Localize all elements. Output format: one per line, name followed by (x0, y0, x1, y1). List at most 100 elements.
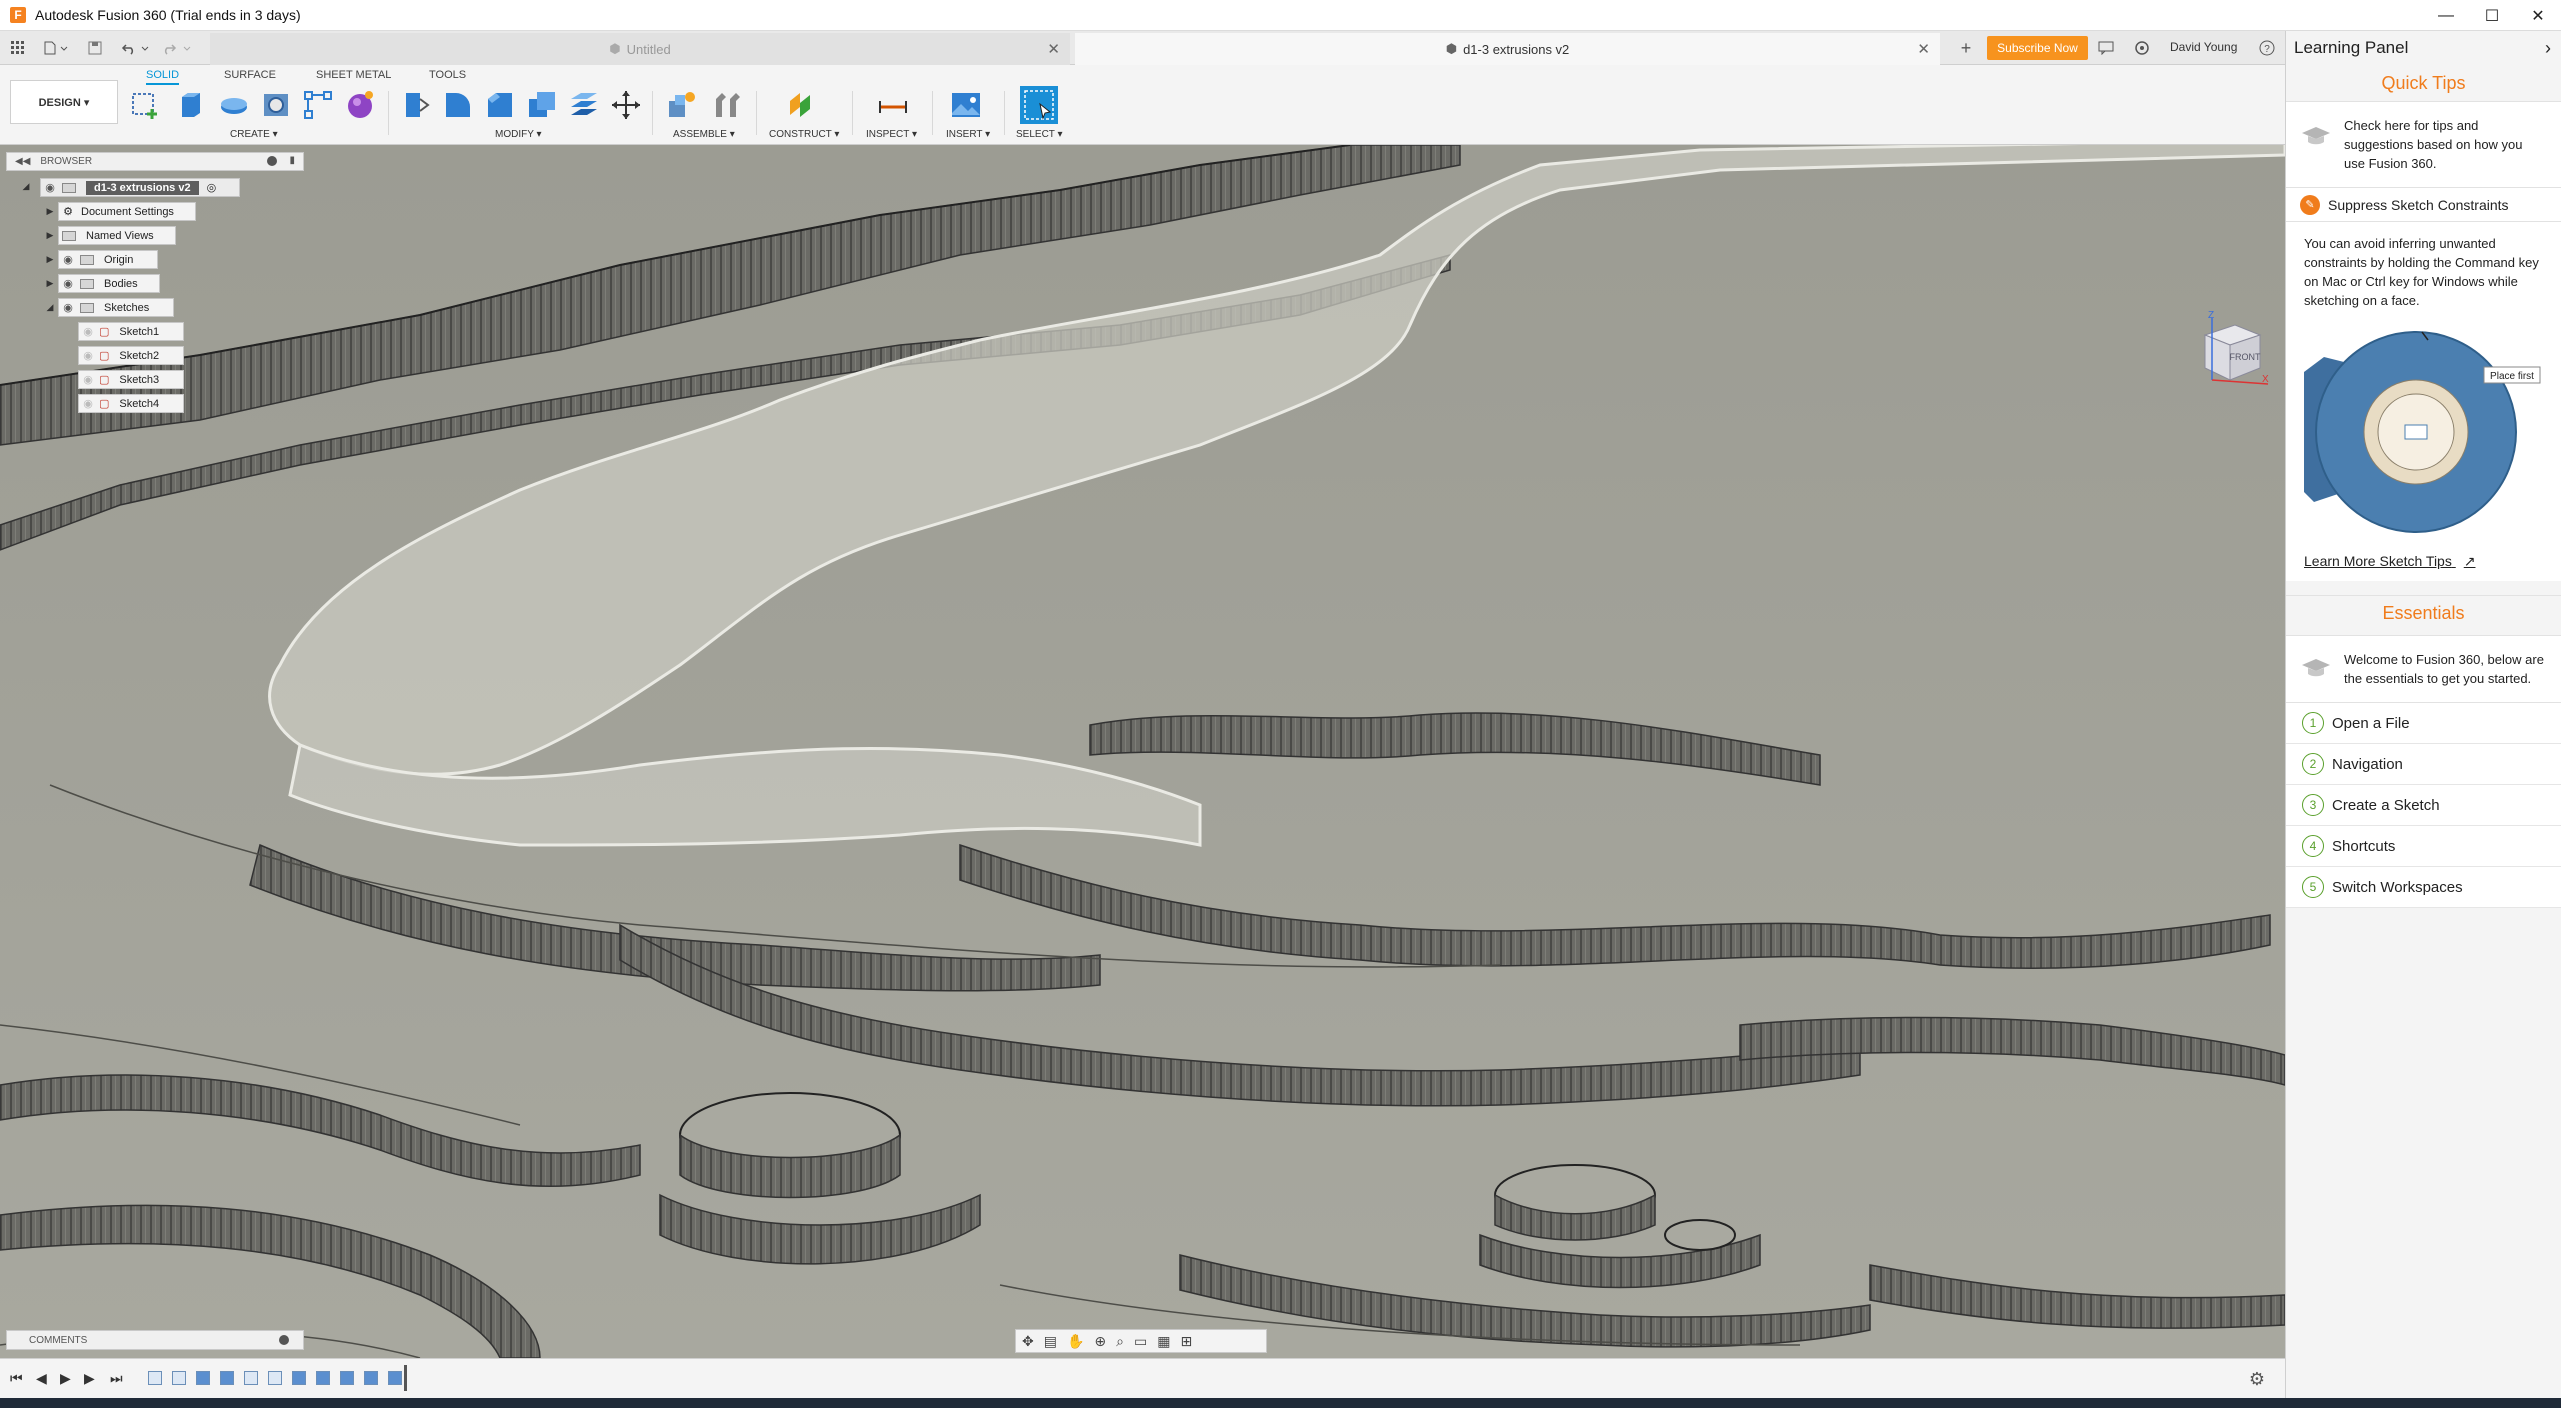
offset-construct-plane-icon[interactable] (786, 89, 818, 121)
learn-more-sketch-tips-link[interactable]: Learn More Sketch Tips ↗ (2304, 552, 2475, 571)
tab-d1-3-extrusions[interactable]: ⬢ d1-3 extrusions v2 ✕ (1075, 33, 1940, 65)
save-icon[interactable] (86, 38, 104, 58)
undo-icon[interactable] (118, 38, 152, 58)
quick-tips-intro-card[interactable]: Check here for tips and suggestions base… (2286, 101, 2561, 188)
select-menu[interactable]: SELECT ▾ (1016, 129, 1063, 140)
viewports-icon[interactable]: ⊞ (1180, 1333, 1192, 1350)
tree-item-sketch2[interactable]: ◉ ▢ Sketch2 (78, 346, 184, 365)
close-window-button[interactable]: ✕ (2515, 0, 2561, 31)
tab-tools[interactable]: TOOLS (429, 69, 466, 81)
visibility-eye-icon[interactable]: ◉ (41, 181, 59, 194)
new-component-icon[interactable] (666, 89, 698, 121)
visibility-eye-icon[interactable]: ◉ (79, 349, 97, 362)
timeline-sketch-feature[interactable] (268, 1371, 282, 1385)
activate-radio-icon[interactable]: ◎ (207, 181, 217, 194)
tab-solid[interactable]: SOLID (146, 69, 180, 85)
insert-menu[interactable]: INSERT ▾ (946, 129, 990, 140)
close-tab-active-icon[interactable]: ✕ (1917, 40, 1930, 58)
tree-item-document-settings[interactable]: ⚙ Document Settings (58, 202, 196, 221)
look-at-icon[interactable]: ▤ (1044, 1333, 1057, 1350)
collapse-browser-icon[interactable]: ◀◀ (15, 156, 30, 167)
timeline-marker[interactable] (404, 1365, 407, 1391)
measure-icon[interactable] (877, 89, 909, 121)
step-back-icon[interactable]: ◀ (36, 1370, 47, 1387)
redo-icon[interactable] (160, 38, 194, 58)
close-tab-untitled-icon[interactable]: ✕ (1047, 40, 1060, 58)
zoom-icon[interactable]: ⊕ (1094, 1333, 1106, 1350)
browser-toggle-icon[interactable]: ▮ (289, 155, 295, 166)
timeline-extrude-feature[interactable] (388, 1371, 402, 1385)
new-tab-icon[interactable]: + (1955, 38, 1977, 58)
go-to-start-icon[interactable]: ⏮ (10, 1370, 23, 1387)
inspect-menu[interactable]: INSPECT ▾ (866, 129, 917, 140)
help-icon[interactable]: ? (2257, 38, 2277, 58)
timeline-settings-gear-icon[interactable]: ⚙ (2249, 1369, 2265, 1390)
tree-item-origin[interactable]: ◉ Origin (58, 250, 158, 269)
offset-plane-icon[interactable] (568, 89, 600, 121)
expand-arrow-icon[interactable]: ▶ (44, 205, 56, 217)
subscribe-now-button[interactable]: Subscribe Now (1987, 36, 2088, 60)
timeline-sketch-feature[interactable] (148, 1371, 162, 1385)
timeline-sketch-feature[interactable] (244, 1371, 258, 1385)
create-sketch-icon[interactable] (130, 89, 162, 121)
collapse-arrow-icon[interactable]: ◢ (20, 180, 32, 192)
tip-header[interactable]: ✎ Suppress Sketch Constraints (2286, 188, 2561, 222)
collapse-arrow-icon[interactable]: ◢ (44, 301, 56, 313)
essential-open-a-file[interactable]: 1 Open a File (2286, 703, 2561, 744)
display-settings-icon[interactable]: ▭ (1134, 1333, 1147, 1350)
essential-shortcuts[interactable]: 4 Shortcuts (2286, 826, 2561, 867)
essential-create-a-sketch[interactable]: 3 Create a Sketch (2286, 785, 2561, 826)
assemble-menu[interactable]: ASSEMBLE ▾ (673, 129, 735, 140)
tree-item-bodies[interactable]: ◉ Bodies (58, 274, 160, 293)
extrude-icon[interactable] (174, 89, 206, 121)
file-menu-icon[interactable] (42, 38, 70, 58)
go-to-end-icon[interactable]: ⏭ (110, 1370, 123, 1387)
terrain-model-render[interactable] (0, 145, 2285, 1358)
workspace-switcher-button[interactable]: DESIGN ▾ (10, 80, 118, 124)
pattern-icon[interactable] (302, 89, 334, 121)
revolve-icon[interactable] (218, 89, 250, 121)
joint-icon[interactable] (710, 89, 742, 121)
timeline-extrude-feature[interactable] (220, 1371, 234, 1385)
create-form-icon[interactable] (344, 89, 376, 121)
chamfer-icon[interactable] (484, 89, 516, 121)
browser-header[interactable]: ◀◀ BROWSER ▮ (6, 152, 304, 171)
timeline-extrude-feature[interactable] (340, 1371, 354, 1385)
insert-image-icon[interactable] (950, 89, 982, 121)
modify-menu[interactable]: MODIFY ▾ (495, 129, 542, 140)
tree-item-sketch4[interactable]: ◉ ▢ Sketch4 (78, 394, 184, 413)
browser-pin-icon[interactable] (267, 156, 277, 166)
app-grid-icon[interactable] (8, 38, 28, 58)
tab-untitled[interactable]: ⬢ Untitled ✕ (210, 33, 1070, 65)
pan-icon[interactable]: ✋ (1067, 1333, 1084, 1350)
maximize-button[interactable]: ☐ (2469, 0, 2515, 31)
tab-surface[interactable]: SURFACE (224, 69, 276, 81)
essential-switch-workspaces[interactable]: 5 Switch Workspaces (2286, 867, 2561, 908)
tree-item-named-views[interactable]: Named Views (58, 226, 176, 245)
press-pull-icon[interactable] (400, 89, 432, 121)
grid-settings-icon[interactable]: ▦ (1157, 1333, 1170, 1350)
timeline-extrude-feature[interactable] (196, 1371, 210, 1385)
comments-pin-icon[interactable] (279, 1335, 289, 1345)
visibility-eye-icon[interactable]: ◉ (59, 301, 77, 314)
expand-arrow-icon[interactable]: ▶ (44, 277, 56, 289)
tab-sheet-metal[interactable]: SHEET METAL (316, 69, 391, 81)
timeline-extrude-feature[interactable] (292, 1371, 306, 1385)
tree-root-document[interactable]: ◉ d1-3 extrusions v2 ◎ (40, 178, 240, 197)
timeline-extrude-feature[interactable] (316, 1371, 330, 1385)
step-forward-icon[interactable]: ▶ (84, 1370, 95, 1387)
user-account-name[interactable]: David Young (2170, 40, 2237, 54)
visibility-eye-icon[interactable]: ◉ (79, 373, 97, 386)
visibility-eye-icon[interactable]: ◉ (79, 325, 97, 338)
minimize-button[interactable]: — (2423, 0, 2469, 31)
comments-panel[interactable]: COMMENTS (6, 1330, 304, 1350)
timeline-extrude-feature[interactable] (364, 1371, 378, 1385)
select-icon[interactable] (1020, 86, 1058, 124)
orbit-icon[interactable]: ✥ (1022, 1333, 1034, 1350)
create-menu[interactable]: CREATE ▾ (230, 129, 278, 140)
fillet-icon[interactable] (442, 89, 474, 121)
hole-icon[interactable] (260, 89, 292, 121)
visibility-eye-icon[interactable]: ◉ (59, 253, 77, 266)
expand-arrow-icon[interactable]: ▶ (44, 253, 56, 265)
job-status-icon[interactable] (2132, 38, 2152, 58)
